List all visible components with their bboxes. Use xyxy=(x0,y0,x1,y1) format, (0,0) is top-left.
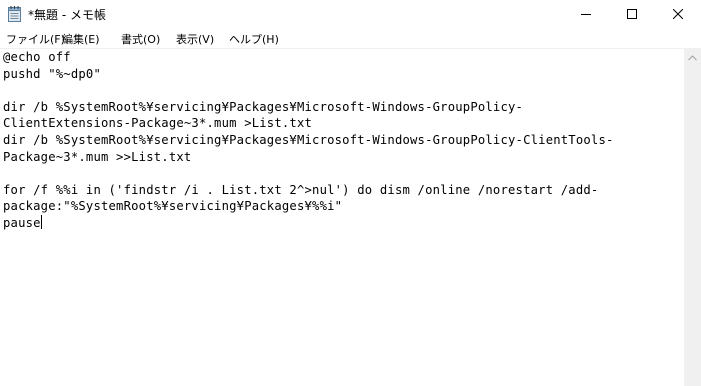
editor-line: Package~3*.mum >>List.txt xyxy=(3,149,192,164)
menu-bar: ファイル(F) 編集(E) 書式(O) 表示(V) ヘルプ(H) xyxy=(0,28,701,49)
scroll-up-button[interactable] xyxy=(684,49,701,66)
maximize-button[interactable] xyxy=(609,0,655,28)
notepad-icon xyxy=(8,6,21,22)
editor-content[interactable]: @echo off pushd "%~dp0" dir /b %SystemRo… xyxy=(3,49,614,232)
minimize-button[interactable] xyxy=(563,0,609,28)
editor-line: pause xyxy=(3,215,41,230)
notepad-window: *無題 - メモ帳 ファイル(F) 編集(E) 書式(O) 表示(V) ヘルプ(… xyxy=(0,0,701,386)
editor-line: dir /b %SystemRoot%¥servicing¥Packages¥M… xyxy=(3,99,524,114)
menu-help[interactable]: ヘルプ(H) xyxy=(229,31,279,47)
editor-line: ClientExtensions-Package~3*.mum >List.tx… xyxy=(3,116,313,131)
close-icon xyxy=(673,9,683,19)
title-bar[interactable]: *無題 - メモ帳 xyxy=(0,0,701,28)
editor-line: package:"%SystemRoot%¥servicing¥Packages… xyxy=(3,199,343,214)
close-button[interactable] xyxy=(655,0,701,28)
menu-edit[interactable]: 編集(E) xyxy=(62,31,100,47)
menu-file[interactable]: ファイル(F) xyxy=(6,31,65,47)
text-caret xyxy=(40,214,42,229)
minimize-icon xyxy=(581,14,591,15)
scroll-up-arrow-icon xyxy=(688,54,697,60)
text-editor[interactable]: @echo off pushd "%~dp0" dir /b %SystemRo… xyxy=(0,49,684,386)
editor-line: dir /b %SystemRoot%¥servicing¥Packages¥M… xyxy=(3,132,614,147)
maximize-icon xyxy=(627,9,637,19)
editor-line: @echo off xyxy=(3,50,71,64)
window-title: *無題 - メモ帳 xyxy=(28,8,106,22)
editor-line: pushd "%~dp0" xyxy=(3,66,101,81)
menu-view[interactable]: 表示(V) xyxy=(176,31,214,47)
editor-line: for /f %%i in ('findstr /i . List.txt 2^… xyxy=(3,182,599,197)
menu-format[interactable]: 書式(O) xyxy=(121,31,160,47)
vertical-scrollbar[interactable] xyxy=(684,49,701,386)
scroll-track[interactable] xyxy=(686,66,699,386)
